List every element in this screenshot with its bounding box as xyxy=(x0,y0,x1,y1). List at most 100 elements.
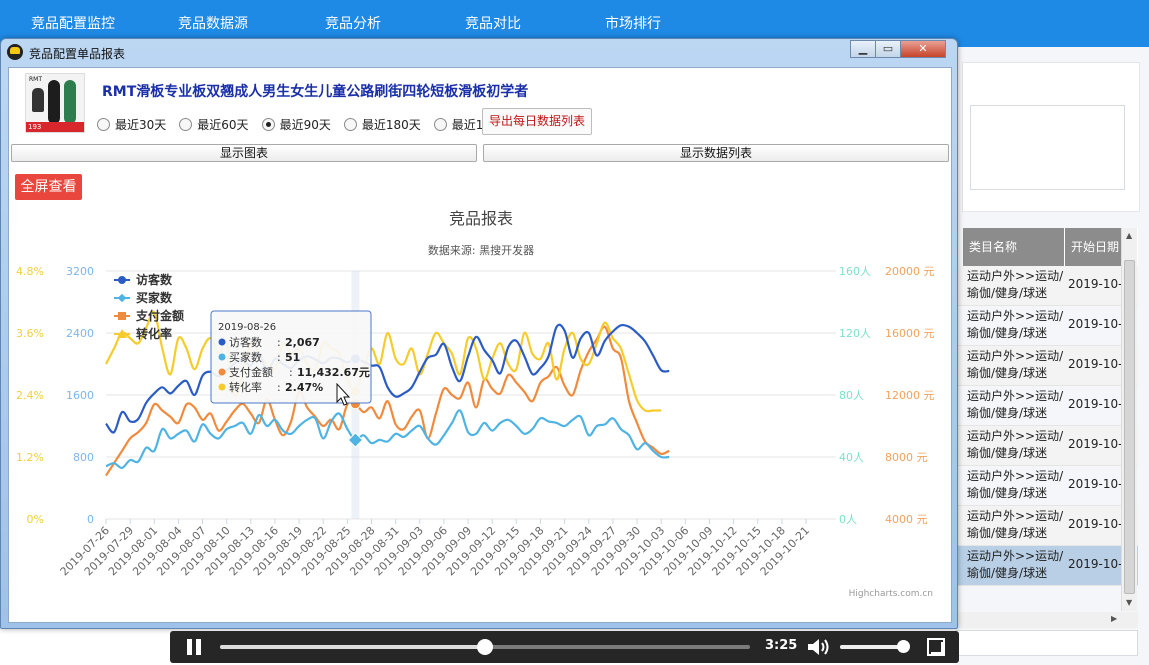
row-start-date: 2019-10- xyxy=(1068,437,1123,451)
tooltip-colon: : xyxy=(277,351,281,364)
axis-tick-label-amount: 20000 元 xyxy=(885,265,935,278)
pause-icon[interactable] xyxy=(186,639,202,655)
scrollbar-thumb[interactable] xyxy=(1124,260,1135,594)
seek-bar[interactable] xyxy=(220,639,750,655)
axis-tick-label-buyers: 120人 xyxy=(839,327,871,340)
axis-tick-label-rate: 1.2% xyxy=(16,451,44,464)
report-window: 竞品配置单品报表 ▁ ▭ ✕ RMT 193 RMT滑板专业板双翘成人男生女生儿… xyxy=(0,38,958,629)
table-row[interactable]: 运动户外>>运动/瑜伽/健身/球迷 2019-10- xyxy=(955,266,1138,306)
tooltip-value: 2.47% xyxy=(285,381,323,394)
row-start-date: 2019-10- xyxy=(1068,557,1123,571)
nav-data-source[interactable]: 竞品数据源 xyxy=(178,13,248,33)
series-line-3 xyxy=(105,310,662,413)
axis-tick-label-buyers: 40人 xyxy=(839,451,864,464)
tooltip-colon: : xyxy=(277,381,281,394)
scroll-up-icon[interactable]: ▲ xyxy=(1126,231,1132,240)
playback-time: 3:25 xyxy=(765,638,798,653)
col-header-category[interactable]: 类目名称 xyxy=(963,228,1065,266)
axis-tick-label-visitors: 800 xyxy=(73,451,94,464)
window-title: 竞品配置单品报表 xyxy=(29,47,126,61)
tooltip-label: 访客数 xyxy=(229,335,262,349)
volume-fill xyxy=(840,645,903,649)
axis-tick-label-visitors: 3200 xyxy=(66,265,94,278)
tooltip-colon: : xyxy=(289,366,293,379)
table-row[interactable]: 运动户外>>运动/瑜伽/健身/球迷 2019-10- xyxy=(955,466,1138,506)
tooltip-value: 2,067 xyxy=(285,336,320,349)
row-category: 运动户外>>运动/瑜伽/健身/球迷 xyxy=(967,269,1064,300)
maximize-button[interactable]: ▭ xyxy=(875,40,901,58)
table-row[interactable]: 运动户外>>运动/瑜伽/健身/球迷 2019-10- xyxy=(955,386,1138,426)
axis-tick-label-amount: 4000 元 xyxy=(885,513,928,526)
nav-market-rank[interactable]: 市场排行 xyxy=(605,13,661,33)
axis-tick-label-visitors: 2400 xyxy=(66,327,94,340)
tooltip-value: 51 xyxy=(285,351,300,364)
legend-item[interactable]: 转化率 xyxy=(136,326,172,341)
tooltip-bullet xyxy=(218,353,226,361)
nav-config-monitor[interactable]: 竞品配置监控 xyxy=(31,13,115,33)
background-table: 类目名称 开始日期 运动户外>>运动/瑜伽/健身/球迷 2019-10- 运动户外>… xyxy=(955,228,1138,588)
tooltip-colon: : xyxy=(277,336,281,349)
seek-handle[interactable] xyxy=(477,639,493,655)
report-chart: 竞品报表数据来源: 黑搜开发器 Highcharts.com.cn 0% 1.2% 2.… xyxy=(16,209,935,599)
table-row[interactable]: 运动户外>>运动/瑜伽/健身/球迷 2019-10- xyxy=(955,506,1138,546)
tooltip-label: 支付金额 xyxy=(229,365,273,379)
tooltip-value: 11,432.67元 xyxy=(297,366,370,379)
axis-tick-label-rate: 0% xyxy=(27,513,44,526)
legend-item[interactable]: 访客数 xyxy=(136,272,173,287)
row-start-date: 2019-10- xyxy=(1068,317,1123,331)
table-row[interactable]: 运动户外>>运动/瑜伽/健身/球迷 2019-10- xyxy=(955,306,1138,346)
minimize-button[interactable]: ▁ xyxy=(850,40,876,58)
video-controls: 3:25 xyxy=(170,631,959,663)
table-row[interactable]: 运动户外>>运动/瑜伽/健身/球迷 2019-10- xyxy=(955,546,1138,586)
tooltip-bullet xyxy=(218,368,226,376)
window-body: RMT 193 RMT滑板专业板双翘成人男生女生儿童公路刷街四轮短板滑板初学者 … xyxy=(8,67,952,623)
axis-tick-label-buyers: 80人 xyxy=(839,389,864,402)
legend-item[interactable]: 买家数 xyxy=(136,290,173,305)
fullscreen-icon[interactable] xyxy=(927,638,945,656)
volume-slider[interactable] xyxy=(840,640,910,653)
legend-marker-square xyxy=(118,312,126,320)
table-horizontal-scrollbar[interactable]: ▶ xyxy=(955,612,1138,628)
table-vertical-scrollbar[interactable]: ▲ ▼ xyxy=(1121,228,1137,611)
scroll-right-icon[interactable]: ▶ xyxy=(1111,614,1117,623)
row-category: 运动户外>>运动/瑜伽/健身/球迷 xyxy=(967,309,1064,340)
scroll-down-icon[interactable]: ▼ xyxy=(1126,598,1132,607)
row-category: 运动户外>>运动/瑜伽/健身/球迷 xyxy=(967,509,1064,540)
series-line-1 xyxy=(105,409,670,470)
seek-bar-fill xyxy=(220,645,485,649)
row-category: 运动户外>>运动/瑜伽/健身/球迷 xyxy=(967,469,1064,500)
axis-tick-label-rate: 4.8% xyxy=(16,265,44,278)
chart-title: 竞品报表 xyxy=(449,209,513,228)
tooltip-label: 买家数 xyxy=(229,350,262,364)
row-start-date: 2019-10- xyxy=(1068,357,1123,371)
row-start-date: 2019-10- xyxy=(1068,477,1123,491)
close-button[interactable]: ✕ xyxy=(900,40,946,58)
axis-tick-label-visitors: 1600 xyxy=(66,389,94,402)
axis-tick-label-amount: 12000 元 xyxy=(885,389,935,402)
tooltip-bullet xyxy=(218,383,226,391)
background-textarea[interactable] xyxy=(970,105,1125,190)
nav-compare[interactable]: 竞品对比 xyxy=(465,13,521,33)
tooltip-label: 转化率 xyxy=(229,380,262,394)
table-row[interactable]: 运动户外>>运动/瑜伽/健身/球迷 2019-10- xyxy=(955,426,1138,466)
row-category: 运动户外>>运动/瑜伽/健身/球迷 xyxy=(967,389,1064,420)
axis-tick-label-visitors: 0 xyxy=(87,513,94,526)
row-category: 运动户外>>运动/瑜伽/健身/球迷 xyxy=(967,429,1064,460)
nav-analysis[interactable]: 竞品分析 xyxy=(325,13,381,33)
axis-tick-label-amount: 8000 元 xyxy=(885,451,928,464)
row-start-date: 2019-10- xyxy=(1068,277,1123,291)
tooltip-date: 2019-08-26 xyxy=(218,322,276,333)
legend-marker-diamond xyxy=(117,293,127,303)
volume-icon[interactable] xyxy=(806,638,830,656)
tooltip-bullet xyxy=(218,338,226,346)
volume-handle[interactable] xyxy=(896,640,910,653)
chart-credit: Highcharts.com.cn xyxy=(849,589,933,599)
axis-tick-label-rate: 2.4% xyxy=(16,389,44,402)
row-start-date: 2019-10- xyxy=(1068,397,1123,411)
row-start-date: 2019-10- xyxy=(1068,517,1123,531)
legend-item[interactable]: 支付金额 xyxy=(135,308,184,323)
table-row[interactable]: 运动户外>>运动/瑜伽/健身/球迷 2019-10- xyxy=(955,346,1138,386)
series-line-0 xyxy=(105,323,670,434)
chart-subtitle: 数据来源: 黑搜开发器 xyxy=(428,243,534,257)
app-logo-icon xyxy=(7,44,23,60)
